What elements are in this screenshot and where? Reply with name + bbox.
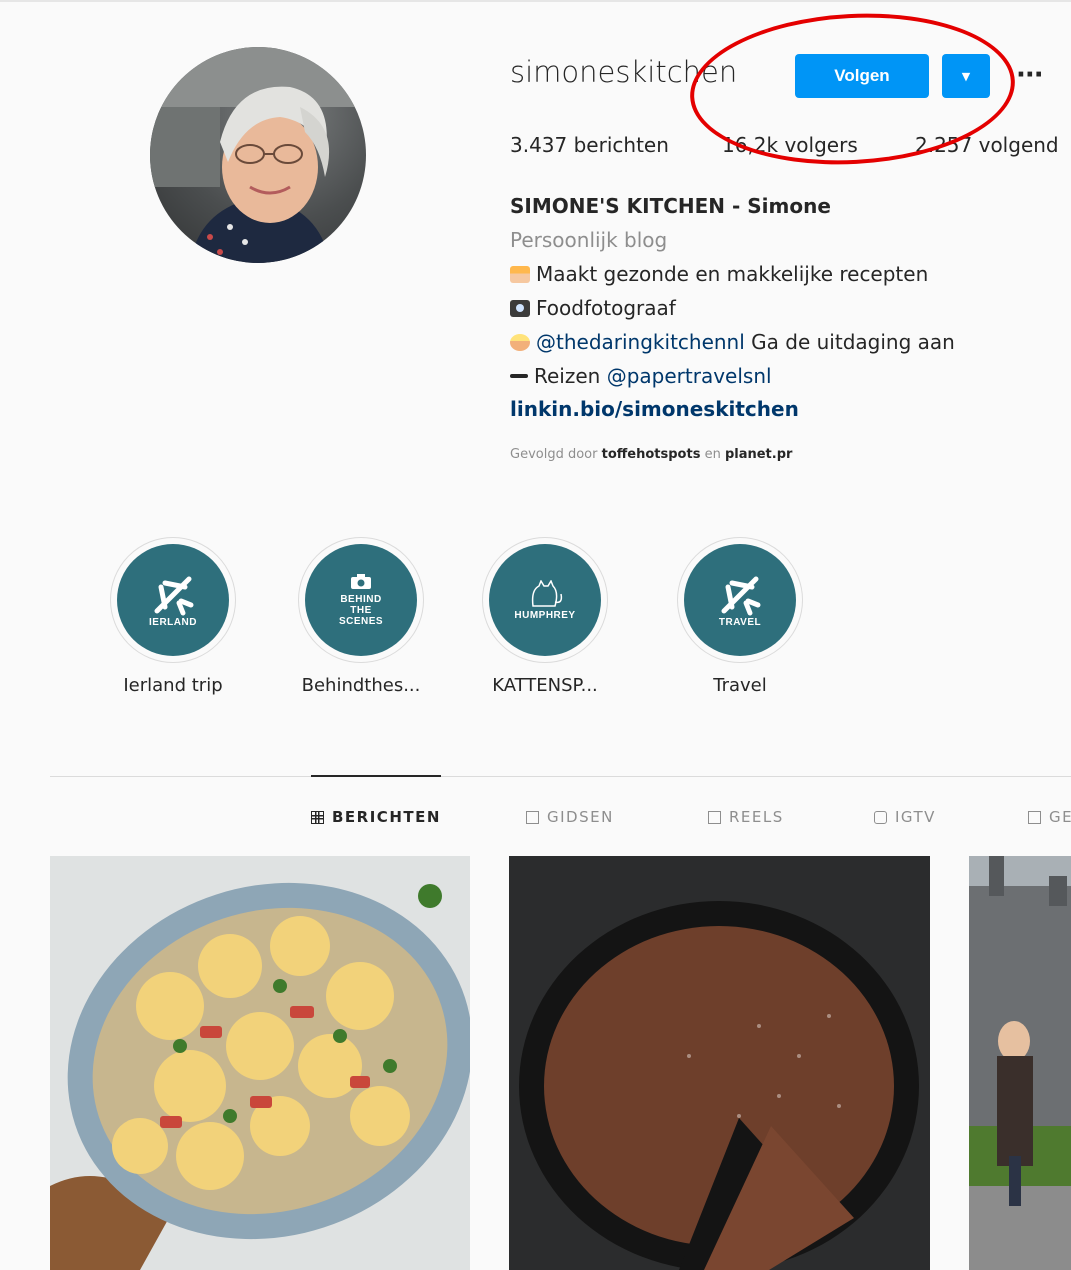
tab-gidsen[interactable]: GIDSEN <box>526 808 614 826</box>
highlight-badge-text: IERLAND <box>149 616 197 628</box>
tab-berichten[interactable]: BERICHTEN <box>311 808 441 826</box>
highlight-label: KATTENSP... <box>492 675 598 696</box>
tab-label: REELS <box>729 808 784 826</box>
avatar-photo <box>150 47 366 263</box>
mention-thedaringkitchennl[interactable]: @thedaringkitchennl <box>536 330 745 354</box>
highlight-label: Ierland trip <box>123 675 223 696</box>
highlight-ierland[interactable]: IERLAND Ierland trip <box>98 537 248 696</box>
bio-category: Persoonlijk blog <box>510 228 668 252</box>
highlight-kattensp[interactable]: HUMPHREY KATTENSP... <box>470 537 620 696</box>
tab-label: BERICHTEN <box>332 808 441 826</box>
post-image-chocolate-cake <box>509 856 930 1270</box>
highlight-cover: HUMPHREY <box>489 544 601 656</box>
tab-igtv[interactable]: IGTV <box>874 808 936 826</box>
follow-button[interactable]: Volgen <box>795 54 929 98</box>
post-thumbnail[interactable] <box>969 856 1071 1270</box>
highlight-cover: BEHIND THE SCENES <box>305 544 417 656</box>
airplane-icon <box>721 576 761 615</box>
bio-line-recipes-text: Maakt gezonde en makkelijke recepten <box>536 262 929 286</box>
bio-website-link[interactable]: linkin.bio/simoneskitchen <box>510 397 799 421</box>
highlight-behindthescenes[interactable]: BEHIND THE SCENES Behindthes... <box>286 537 436 696</box>
highlight-travel[interactable]: TRAVEL Travel <box>665 537 815 696</box>
cook-emoji-icon <box>510 266 530 283</box>
camera-emoji-icon <box>510 300 530 317</box>
camera-icon <box>351 573 371 589</box>
username: simoneskitchen <box>510 55 738 89</box>
top-border <box>0 0 1071 2</box>
highlight-ring: BEHIND THE SCENES <box>298 537 424 663</box>
tab-reels[interactable]: REELS <box>708 808 784 826</box>
grid-icon <box>311 810 324 824</box>
following-count[interactable]: 2.257 volgend <box>915 133 1059 157</box>
reels-icon <box>708 810 721 824</box>
suggestions-dropdown-button[interactable]: ▼ <box>942 54 990 98</box>
airplane-emoji-icon <box>510 374 528 378</box>
airplane-icon <box>154 576 194 615</box>
bio-line-recipes: Maakt gezonde en makkelijke recepten <box>510 262 928 286</box>
tab-label: GE <box>1049 808 1071 826</box>
tab-tagged[interactable]: GE <box>1028 808 1071 826</box>
active-tab-indicator <box>311 775 441 777</box>
bio-line-challenge: @thedaringkitchennl Ga de uitdaging aan <box>510 330 955 354</box>
chevron-down-icon: ▼ <box>961 69 971 83</box>
bio-name: SIMONE'S KITCHEN - Simone <box>510 194 831 218</box>
highlight-cover: IERLAND <box>117 544 229 656</box>
chef-emoji-icon <box>510 334 530 351</box>
highlight-cover: TRAVEL <box>684 544 796 656</box>
followed-by-user-1[interactable]: toffehotspots <box>602 447 701 462</box>
highlight-label: Travel <box>713 675 767 696</box>
followed-by-conj: en <box>700 447 725 462</box>
bio-line-challenge-text: Ga de uitdaging aan <box>744 330 955 354</box>
highlight-ring: HUMPHREY <box>482 537 608 663</box>
post-image-castle <box>969 856 1071 1270</box>
tagged-icon <box>1028 810 1041 824</box>
tab-label: IGTV <box>895 808 936 826</box>
mention-papertravelsnl[interactable]: @papertravelsnl <box>607 364 772 388</box>
bio-line-photographer-text: Foodfotograaf <box>536 296 676 320</box>
tabs-divider <box>50 776 1071 777</box>
highlight-badge-text: TRAVEL <box>718 616 762 628</box>
tab-label: GIDSEN <box>547 808 614 826</box>
guides-icon <box>526 810 539 824</box>
post-thumbnail[interactable] <box>50 856 470 1270</box>
followed-by-user-2[interactable]: planet.pr <box>725 447 792 462</box>
post-thumbnail[interactable] <box>509 856 930 1270</box>
followed-by-prefix: Gevolgd door <box>510 447 602 462</box>
bio-line-travel: Reizen @papertravelsnl <box>510 364 772 388</box>
avatar[interactable] <box>150 47 366 263</box>
cat-icon <box>531 579 563 607</box>
highlight-label: Behindthes... <box>301 675 421 696</box>
posts-count: 3.437 berichten <box>510 133 669 157</box>
bio-line-photographer: Foodfotograaf <box>510 296 676 320</box>
igtv-icon <box>874 810 887 824</box>
highlight-ring: TRAVEL <box>677 537 803 663</box>
followers-count[interactable]: 16,2k volgers <box>722 133 858 157</box>
followed-by: Gevolgd door toffehotspots en planet.pr <box>510 447 792 462</box>
post-image-cauliflower <box>50 856 470 1270</box>
more-options-icon[interactable]: ··· <box>1016 60 1044 90</box>
highlight-badge-text: BEHIND THE SCENES <box>338 593 384 627</box>
bio-line-travel-text: Reizen <box>534 364 607 388</box>
highlight-ring: IERLAND <box>110 537 236 663</box>
highlight-badge-text: HUMPHREY <box>514 609 576 621</box>
